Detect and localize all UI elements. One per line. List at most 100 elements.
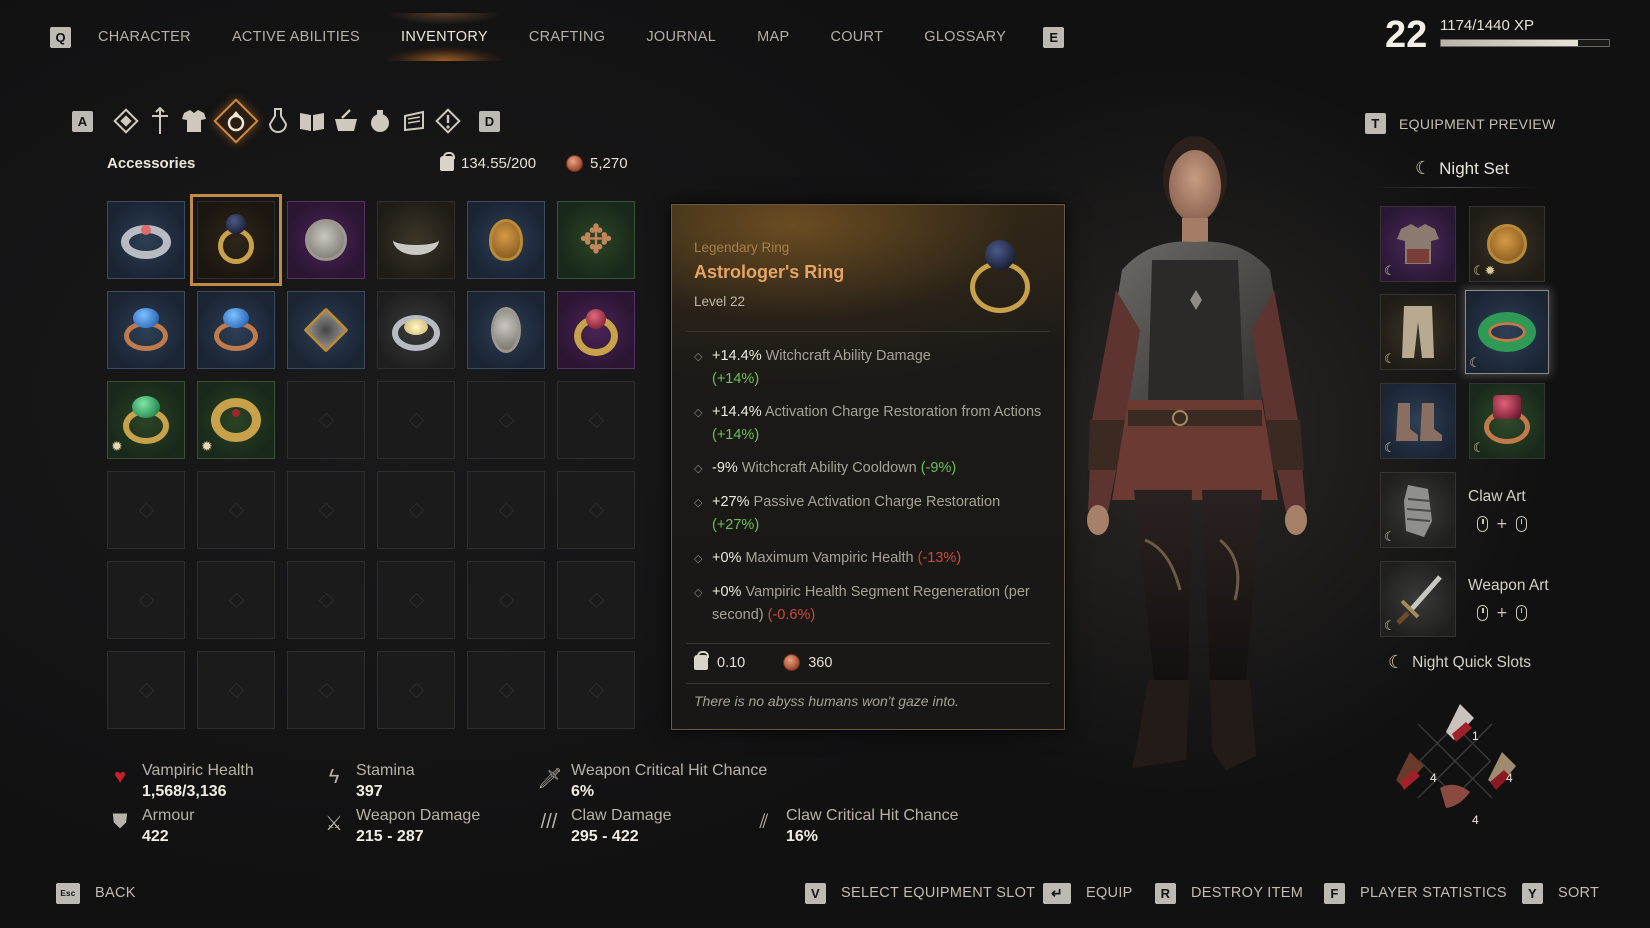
inventory-slot-empty[interactable]	[377, 651, 455, 729]
tooltip-divider	[686, 331, 1050, 332]
moon-badge-icon: ☾	[1473, 441, 1485, 456]
armour-icon[interactable]	[177, 104, 211, 138]
sort-hint[interactable]: Y SORT	[1522, 881, 1599, 905]
player-stats-hint[interactable]: F PLAYER STATISTICS	[1324, 881, 1507, 905]
inventory-slot-empty[interactable]	[287, 381, 365, 459]
potions-icon[interactable]	[261, 104, 295, 138]
quest-items-icon[interactable]	[431, 104, 465, 138]
inventory-slot-empty[interactable]	[197, 471, 275, 549]
inventory-slot-empty[interactable]	[197, 561, 275, 639]
crafting-materials-icon[interactable]	[329, 104, 363, 138]
boots-slot[interactable]: ☾	[1380, 383, 1456, 459]
tab-crafting[interactable]: CRAFTING	[529, 29, 606, 45]
equipment-preview-header: T EQUIPMENT PREVIEW	[1365, 113, 1556, 134]
esc-key: Esc	[56, 882, 80, 904]
inventory-slot-empty[interactable]	[107, 561, 185, 639]
inventory-slot[interactable]	[107, 201, 185, 279]
sword-icon: ⚔	[325, 813, 343, 835]
legs-slot[interactable]: ☾	[1380, 294, 1456, 370]
inventory-slot[interactable]: ✥	[557, 201, 635, 279]
inventory-slot[interactable]	[287, 201, 365, 279]
inventory-slot-selected[interactable]	[190, 194, 282, 286]
claw-art-slot[interactable]: ☾	[1380, 472, 1456, 548]
inventory-slot-empty[interactable]	[377, 471, 455, 549]
player-level: 22	[1385, 14, 1428, 56]
inventory-slot-empty[interactable]	[107, 471, 185, 549]
equipment-preview-key[interactable]: T	[1365, 113, 1386, 134]
section-title: Accessories	[107, 155, 196, 172]
stat-weapon-damage: ⚔ Weapon Damage 215 - 287	[322, 805, 480, 848]
inventory-slot[interactable]	[197, 291, 275, 369]
misc-items-icon[interactable]	[397, 104, 431, 138]
inventory-slot-empty[interactable]	[287, 651, 365, 729]
inventory-slot[interactable]	[377, 201, 455, 279]
equip-hint[interactable]: ↵ EQUIP	[1043, 881, 1133, 905]
inventory-slot-empty[interactable]	[287, 471, 365, 549]
inventory-slot[interactable]: ✹	[107, 381, 185, 459]
inventory-slot[interactable]	[377, 291, 455, 369]
emerald-band-icon	[1478, 312, 1536, 352]
inventory-slot-empty[interactable]	[467, 471, 545, 549]
inventory-slot-empty[interactable]	[197, 651, 275, 729]
all-items-icon[interactable]	[109, 104, 143, 138]
books-icon[interactable]	[295, 104, 329, 138]
f-key: F	[1324, 882, 1345, 904]
moon-icon: ☾	[1388, 652, 1405, 672]
consumables-icon[interactable]	[363, 104, 397, 138]
inventory-slot-empty[interactable]	[467, 651, 545, 729]
amulet-slot[interactable]: ☾✹	[1469, 206, 1545, 282]
quick-slots-wheel[interactable]: 1 4 4 4	[1390, 696, 1520, 826]
ring-slot-1[interactable]: ☾	[1465, 290, 1549, 374]
inventory-slot-empty[interactable]	[377, 381, 455, 459]
weapon-art-binding: +	[1477, 605, 1527, 621]
inventory-slot-empty[interactable]	[557, 651, 635, 729]
set-name[interactable]: ☾ Night Set	[1415, 158, 1509, 179]
plus-sign: +	[1496, 516, 1508, 532]
tab-glossary[interactable]: GLOSSARY	[924, 29, 1006, 45]
select-slot-hint[interactable]: V SELECT EQUIPMENT SLOT	[805, 881, 1035, 905]
claw-crit-icon: ⫽	[759, 811, 769, 833]
item-level: Level 22	[694, 294, 746, 309]
back-hint[interactable]: Esc BACK	[56, 881, 136, 905]
inventory-slot-empty[interactable]	[377, 561, 455, 639]
carry-weight-value: 134.55/200	[461, 155, 537, 172]
inventory-slot-empty[interactable]	[287, 561, 365, 639]
currency: 5,270	[566, 155, 628, 172]
item-stat: ◇ +14.4% Witchcraft Ability Damage (+14%)	[694, 345, 1044, 391]
accessories-icon[interactable]	[211, 96, 261, 146]
inventory-slot[interactable]	[107, 291, 185, 369]
tab-character[interactable]: CHARACTER	[98, 29, 191, 45]
inventory-slot-empty[interactable]	[557, 561, 635, 639]
inventory-slot-empty[interactable]	[467, 381, 545, 459]
nav-prev-key[interactable]: Q	[50, 26, 71, 48]
chest-slot[interactable]: ☾	[1380, 206, 1456, 282]
inventory-slot[interactable]	[467, 291, 545, 369]
nav-next-key[interactable]: E	[1043, 26, 1065, 48]
destroy-label: DESTROY ITEM	[1191, 885, 1304, 901]
tab-journal[interactable]: JOURNAL	[646, 29, 716, 45]
weapons-icon[interactable]	[143, 104, 177, 138]
category-prev-key[interactable]: A	[72, 110, 93, 132]
tab-court[interactable]: COURT	[830, 29, 883, 45]
category-next-key[interactable]: D	[479, 110, 500, 132]
ring-slot-2[interactable]: ☾	[1469, 383, 1545, 459]
moon-badge-icon: ☾	[1384, 530, 1396, 545]
inventory-slot[interactable]	[557, 291, 635, 369]
armour-icon: ⛊	[112, 811, 128, 833]
sapphire-ring-icon	[214, 308, 258, 351]
inventory-slot-empty[interactable]	[107, 651, 185, 729]
inventory-slot-empty[interactable]	[557, 381, 635, 459]
plus-sign: +	[1496, 605, 1508, 621]
inventory-slot-empty[interactable]	[467, 561, 545, 639]
emerald-ring-icon	[123, 396, 169, 444]
destroy-hint[interactable]: R DESTROY ITEM	[1155, 881, 1303, 905]
inventory-slot[interactable]: ✹	[197, 381, 275, 459]
weapon-art-slot[interactable]: ☾	[1380, 561, 1456, 637]
tab-active-abilities[interactable]: ACTIVE ABILITIES	[232, 29, 360, 45]
inventory-slot[interactable]	[287, 291, 365, 369]
inventory-slot-empty[interactable]	[557, 471, 635, 549]
tab-inventory[interactable]: INVENTORY	[387, 13, 502, 61]
tab-map[interactable]: MAP	[757, 29, 789, 45]
jeweled-cross-icon: ✥	[579, 217, 613, 263]
inventory-slot[interactable]	[467, 201, 545, 279]
